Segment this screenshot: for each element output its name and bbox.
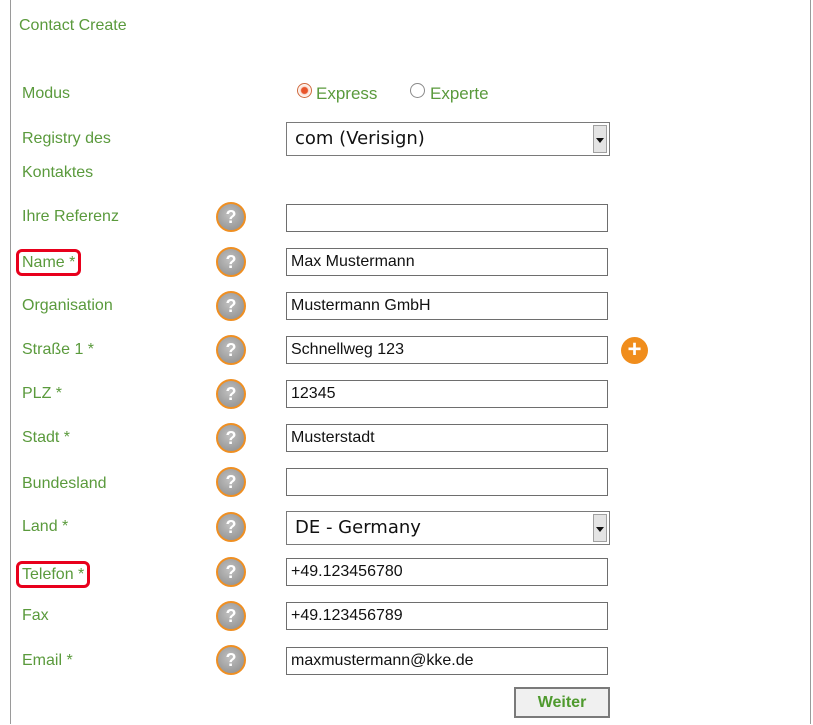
help-icon[interactable]: ?: [216, 512, 246, 542]
registry-select-value: com (Verisign): [295, 128, 425, 149]
help-icon[interactable]: ?: [216, 202, 246, 232]
land-select[interactable]: DE - Germany: [286, 511, 610, 545]
help-icon[interactable]: ?: [216, 645, 246, 675]
help-icon[interactable]: ?: [216, 379, 246, 409]
plz-input[interactable]: [286, 380, 608, 408]
referenz-label: Ihre Referenz: [22, 208, 119, 225]
organisation-label: Organisation: [22, 297, 113, 314]
help-icon[interactable]: ?: [216, 335, 246, 365]
name-label: Name *: [16, 249, 82, 276]
help-icon[interactable]: ?: [216, 467, 246, 497]
radio-express[interactable]: [297, 83, 312, 98]
help-icon[interactable]: ?: [216, 557, 246, 587]
land-select-value: DE - Germany: [295, 517, 421, 538]
help-icon[interactable]: ?: [216, 291, 246, 321]
strasse-input[interactable]: [286, 336, 608, 364]
land-label: Land *: [22, 518, 69, 535]
fax-input[interactable]: [286, 602, 608, 630]
name-input[interactable]: [286, 248, 608, 276]
bundesland-input[interactable]: [286, 468, 608, 496]
add-street-icon[interactable]: +: [621, 337, 648, 364]
stadt-label: Stadt *: [22, 429, 71, 446]
registry-label-line2: Kontaktes: [22, 164, 94, 181]
help-icon[interactable]: ?: [216, 601, 246, 631]
weiter-button[interactable]: Weiter: [514, 687, 610, 718]
organisation-input[interactable]: [286, 292, 608, 320]
strasse-label: Straße 1 *: [22, 341, 95, 358]
stadt-input[interactable]: [286, 424, 608, 452]
radio-experte-label[interactable]: Experte: [430, 84, 489, 104]
email-input[interactable]: [286, 647, 608, 675]
bundesland-label: Bundesland: [22, 475, 107, 492]
modus-label: Modus: [22, 85, 71, 102]
telefon-label: Telefon *: [16, 561, 91, 588]
help-icon[interactable]: ?: [216, 247, 246, 277]
radio-express-label[interactable]: Express: [316, 84, 377, 104]
dropdown-arrow-icon[interactable]: [593, 125, 607, 153]
radio-experte[interactable]: [410, 83, 425, 98]
fax-label: Fax: [22, 607, 49, 624]
help-icon[interactable]: ?: [216, 423, 246, 453]
telefon-input[interactable]: [286, 558, 608, 586]
email-label: Email *: [22, 652, 73, 669]
registry-label: Registry des: [22, 130, 111, 147]
form-title: Contact Create: [19, 17, 127, 34]
registry-select[interactable]: com (Verisign): [286, 122, 610, 156]
dropdown-arrow-icon[interactable]: [593, 514, 607, 542]
plz-label: PLZ *: [22, 385, 63, 402]
referenz-input[interactable]: [286, 204, 608, 232]
